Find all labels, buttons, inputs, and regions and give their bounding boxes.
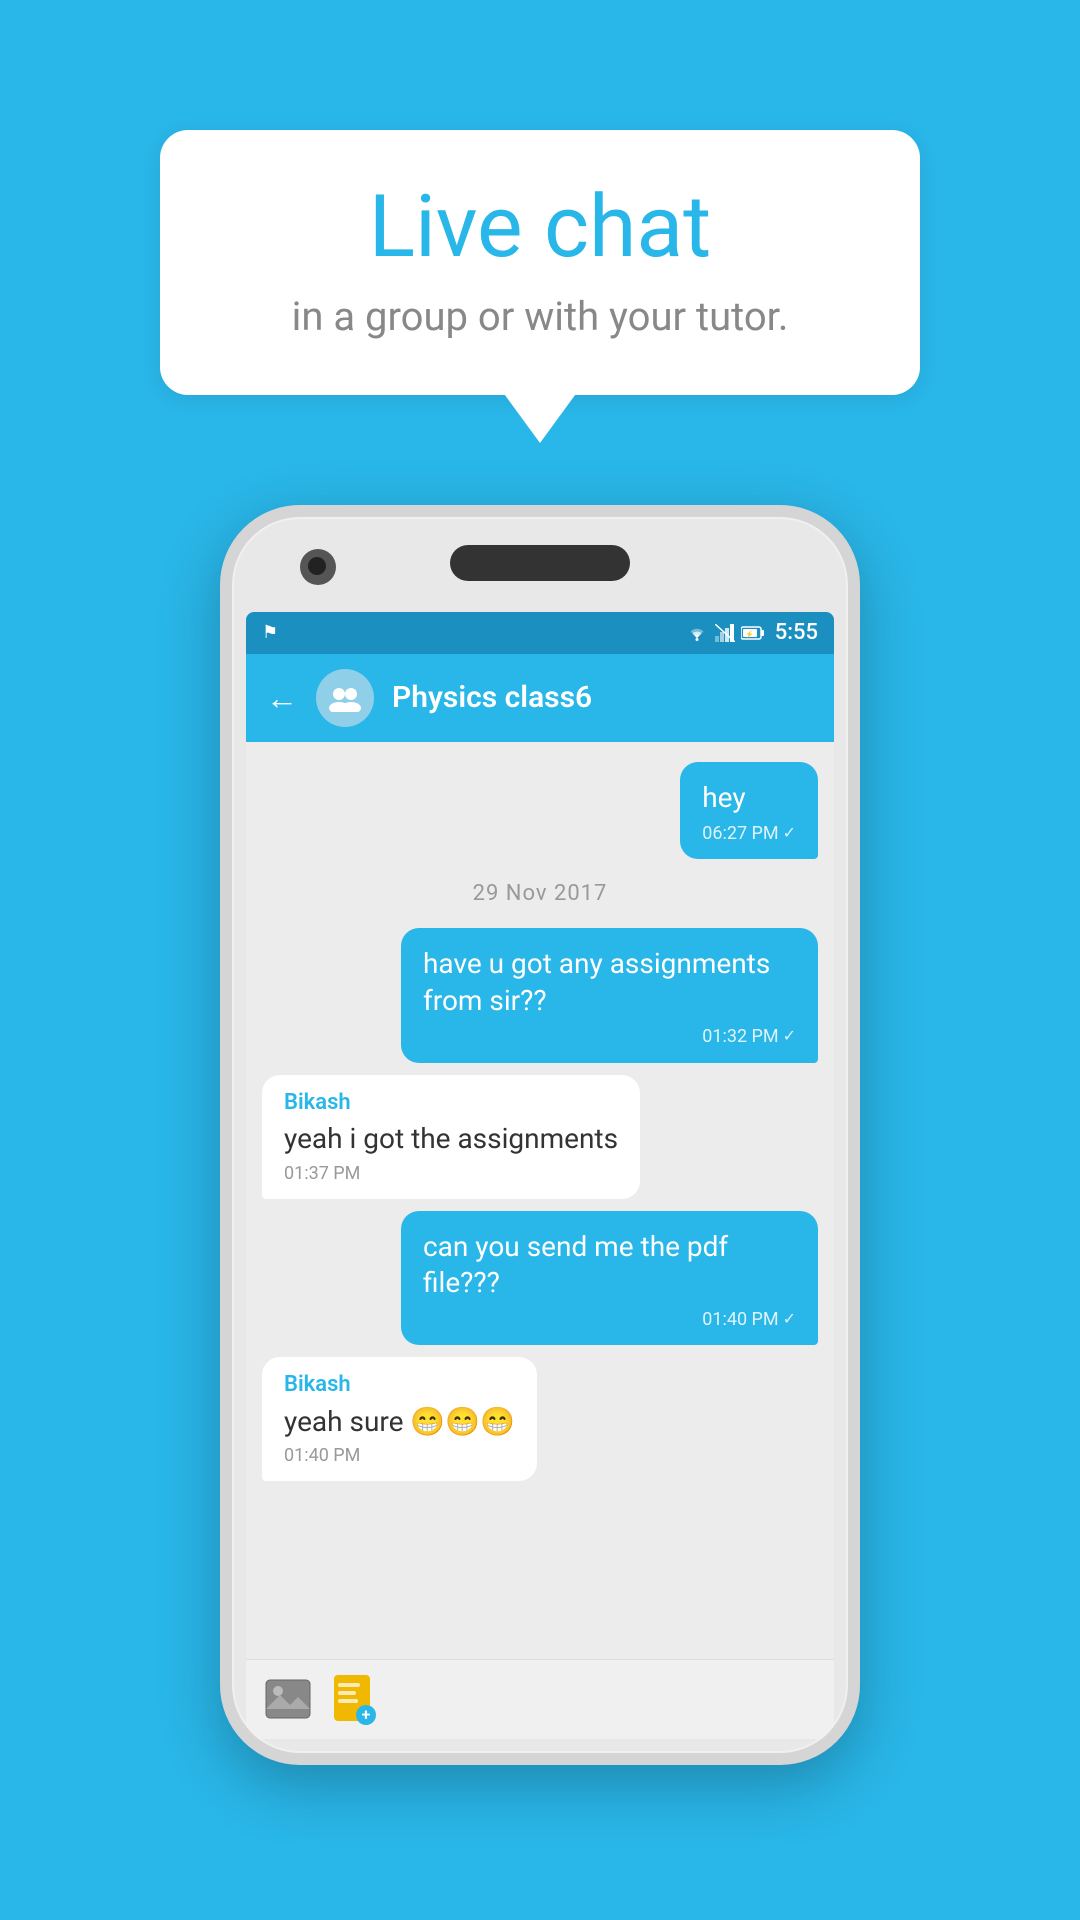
message-text: yeah i got the assignments <box>284 1121 618 1157</box>
image-attachment-button[interactable] <box>262 1673 314 1725</box>
wifi-icon <box>685 624 709 642</box>
date-divider: 29 Nov 2017 <box>262 871 818 916</box>
message-sent-1: hey 06:27 PM ✓ <box>680 762 818 860</box>
power-button <box>854 757 860 847</box>
volume-button <box>220 717 226 787</box>
message-received-2: Bikash yeah sure 😁😁😁 01:40 PM <box>262 1357 537 1481</box>
message-text: hey <box>702 780 796 816</box>
sender-name: Bikash <box>284 1089 618 1118</box>
message-text: have u got any assignments from sir?? <box>423 946 796 1019</box>
notification-icon: ⚑ <box>262 622 278 643</box>
message-time: 06:27 PM ✓ <box>702 822 796 845</box>
image-icon <box>264 1677 312 1721</box>
message-time: 01:37 PM <box>284 1162 618 1185</box>
message-sent-2: have u got any assignments from sir?? 01… <box>401 928 818 1062</box>
speech-bubble: Live chat in a group or with your tutor. <box>160 130 920 395</box>
message-time: 01:32 PM ✓ <box>423 1025 796 1048</box>
status-time: 5:55 <box>775 620 818 645</box>
message-time: 01:40 PM <box>284 1444 515 1467</box>
svg-text:⚡: ⚡ <box>745 629 754 638</box>
chat-area: hey 06:27 PM ✓ 29 Nov 2017 have u got an… <box>246 742 834 1659</box>
message-sent-3: can you send me the pdf file??? 01:40 PM… <box>401 1211 818 1345</box>
phone-screen: ⚑ <box>246 612 834 1739</box>
status-bar: ⚑ <box>246 612 834 654</box>
status-left-icons: ⚑ <box>262 622 278 643</box>
volume-button-2 <box>220 817 226 887</box>
signal-icon <box>715 624 735 642</box>
group-avatar <box>316 669 374 727</box>
group-icon <box>327 684 363 712</box>
svg-text:+: + <box>362 1705 371 1724</box>
back-button[interactable]: ← <box>266 679 298 717</box>
bubble-title: Live chat <box>240 180 840 275</box>
status-right-icons: ⚡ 5:55 <box>685 620 818 645</box>
earpiece <box>450 545 630 581</box>
chat-input-area: + <box>246 1659 834 1739</box>
front-camera <box>300 549 336 585</box>
message-received-1: Bikash yeah i got the assignments 01:37 … <box>262 1075 640 1199</box>
phone-mockup: ⚑ <box>220 505 860 1765</box>
document-icon: + <box>332 1673 376 1725</box>
message-text: yeah sure 😁😁😁 <box>284 1404 515 1440</box>
phone-frame: ⚑ <box>220 505 860 1765</box>
message-text: can you send me the pdf file??? <box>423 1229 796 1302</box>
message-time: 01:40 PM ✓ <box>423 1308 796 1331</box>
bubble-subtitle: in a group or with your tutor. <box>240 293 840 340</box>
chat-title: Physics class6 <box>392 680 592 715</box>
document-attachment-button[interactable]: + <box>328 1673 380 1725</box>
app-header: ← Physics class6 <box>246 654 834 742</box>
sender-name: Bikash <box>284 1371 515 1400</box>
battery-icon: ⚡ <box>741 625 765 641</box>
